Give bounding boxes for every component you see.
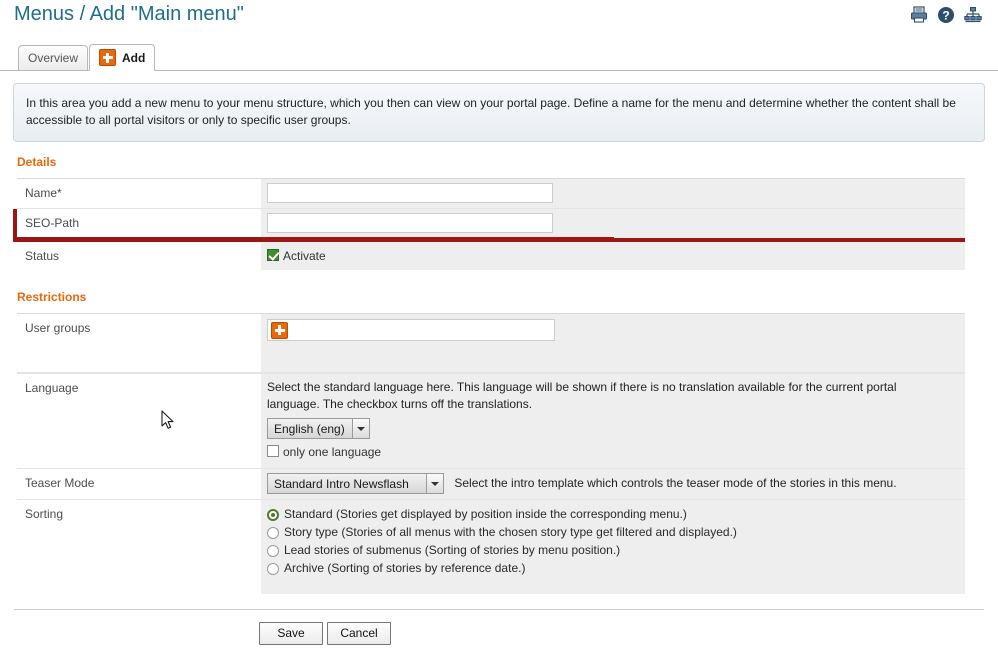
cancel-button[interactable]: Cancel — [327, 622, 391, 645]
radio-lead-stories-label: Lead stories of submenus (Sorting of sto… — [284, 542, 620, 559]
row-teaser-mode: Teaser Mode Standard Intro Newsflash Sel… — [17, 469, 965, 500]
value-teaser-mode: Standard Intro Newsflash Select the intr… — [261, 469, 965, 499]
language-select-value: English (eng) — [268, 419, 352, 438]
info-banner: In this area you add a new menu to your … — [13, 83, 985, 142]
label-teaser-mode: Teaser Mode — [17, 469, 261, 499]
user-groups-input[interactable] — [267, 319, 555, 341]
header-icon-group: ? — [910, 6, 982, 24]
page-header: Menus / Add "Main menu" ? — [0, 0, 998, 40]
value-name — [261, 179, 965, 208]
details-fieldset: Name* SEO-Path Status Activate — [17, 178, 965, 270]
help-icon[interactable]: ? — [937, 6, 955, 24]
plus-icon — [99, 49, 116, 66]
sorting-option-archive[interactable]: Archive (Sorting of stories by reference… — [267, 560, 959, 577]
language-select[interactable]: English (eng) — [267, 418, 370, 439]
tab-bar: Overview Add — [0, 44, 998, 71]
row-user-groups: User groups — [17, 314, 965, 373]
teaser-mode-select[interactable]: Standard Intro Newsflash — [267, 473, 444, 494]
value-sorting: Standard (Stories get displayed by posit… — [261, 500, 965, 594]
radio-story-type-label: Story type (Stories of all menus with th… — [284, 524, 737, 541]
language-help-text: Select the standard language here. This … — [267, 379, 919, 413]
tab-overview-label: Overview — [28, 51, 78, 65]
chevron-down-icon — [352, 419, 369, 438]
sitemap-icon[interactable] — [964, 6, 982, 24]
svg-text:?: ? — [942, 8, 949, 22]
label-user-groups: User groups — [17, 314, 261, 372]
sorting-option-story-type[interactable]: Story type (Stories of all menus with th… — [267, 524, 959, 541]
radio-standard[interactable] — [267, 509, 279, 521]
name-input[interactable] — [267, 183, 553, 203]
value-language: Select the standard language here. This … — [261, 374, 965, 468]
activate-checkbox[interactable] — [267, 249, 279, 261]
label-sorting: Sorting — [17, 500, 261, 594]
radio-story-type[interactable] — [267, 527, 279, 539]
save-button[interactable]: Save — [259, 622, 323, 645]
row-status: Status Activate — [17, 242, 965, 270]
row-sorting: Sorting Standard (Stories get displayed … — [17, 500, 965, 594]
seo-path-input[interactable] — [267, 213, 553, 233]
info-banner-text: In this area you add a new menu to your … — [26, 96, 956, 127]
section-heading-details: Details — [17, 155, 56, 169]
sorting-option-standard[interactable]: Standard (Stories get displayed by posit… — [267, 506, 959, 523]
validation-underline — [13, 237, 614, 241]
teaser-mode-select-value: Standard Intro Newsflash — [268, 474, 426, 493]
restrictions-fieldset: User groups Language Select the standard… — [17, 313, 965, 594]
label-name: Name* — [17, 179, 261, 208]
tab-overview[interactable]: Overview — [18, 45, 88, 70]
printer-icon[interactable] — [910, 6, 928, 24]
label-seo-path: SEO-Path — [17, 209, 261, 238]
tab-add-label: Add — [122, 51, 145, 65]
section-heading-restrictions: Restrictions — [17, 290, 86, 304]
only-one-language-label: only one language — [283, 445, 381, 459]
tab-add[interactable]: Add — [89, 44, 155, 71]
label-status: Status — [17, 242, 261, 270]
radio-standard-label: Standard (Stories get displayed by posit… — [284, 506, 687, 523]
row-language: Language Select the standard language he… — [17, 373, 965, 469]
teaser-mode-help-text: Select the intro template which controls… — [454, 475, 896, 492]
footer-divider — [14, 609, 984, 610]
radio-archive[interactable] — [267, 563, 279, 575]
label-language: Language — [17, 374, 261, 468]
value-user-groups — [261, 314, 965, 372]
add-user-group-icon[interactable] — [271, 322, 288, 339]
value-status: Activate — [261, 242, 965, 270]
sorting-option-lead-stories[interactable]: Lead stories of submenus (Sorting of sto… — [267, 542, 959, 559]
only-one-language-checkbox[interactable] — [267, 445, 279, 457]
radio-archive-label: Archive (Sorting of stories by reference… — [284, 560, 525, 577]
value-seo-path — [261, 209, 965, 238]
page-title: Menus / Add "Main menu" — [14, 3, 244, 26]
row-name: Name* — [17, 179, 965, 209]
footer-button-group: Save Cancel — [259, 622, 391, 645]
radio-lead-stories[interactable] — [267, 545, 279, 557]
activate-checkbox-label: Activate — [283, 249, 326, 263]
chevron-down-icon — [426, 474, 443, 493]
